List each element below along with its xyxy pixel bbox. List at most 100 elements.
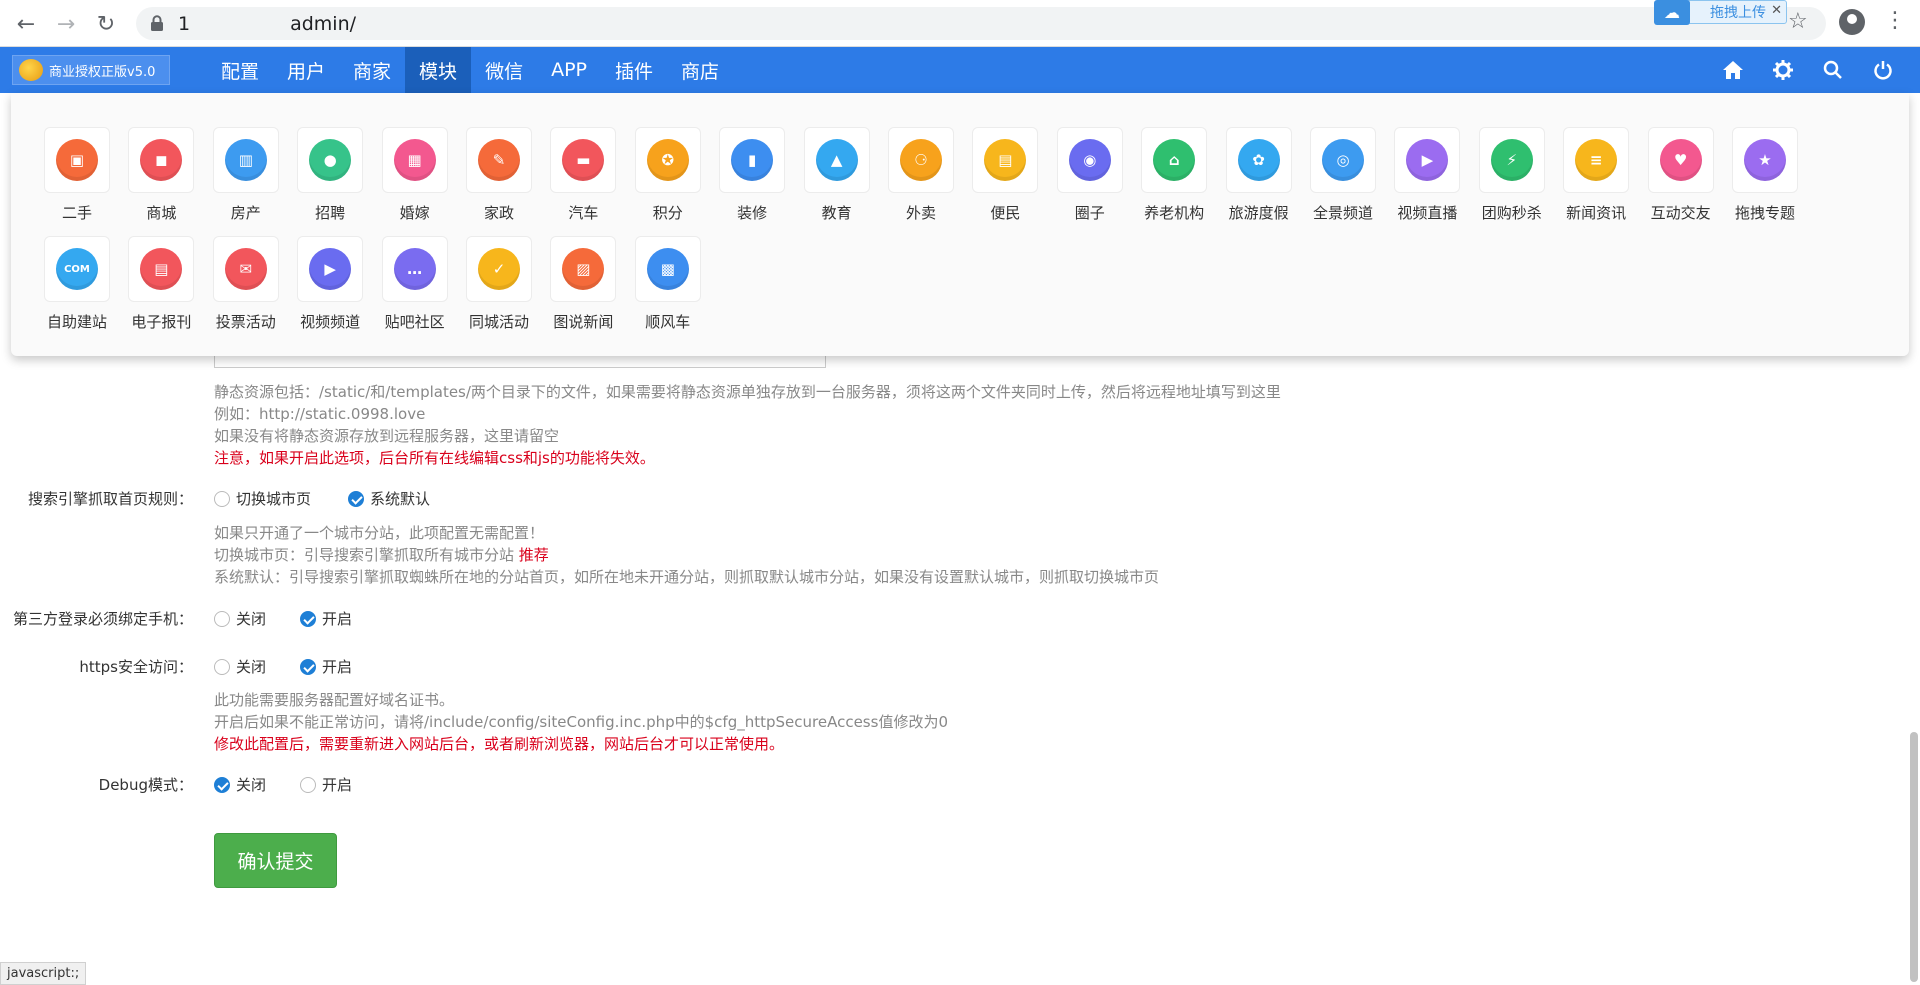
module-tile[interactable]: ▤ xyxy=(128,236,195,302)
module-item[interactable]: ▬ 汽车 xyxy=(539,127,623,231)
radio-checked[interactable] xyxy=(300,658,316,675)
third-login-off[interactable]: 关闭 xyxy=(214,608,266,629)
radio-unchecked[interactable] xyxy=(214,610,230,627)
https-help-2: 开启后如果不能正常访问，请将/include/config/siteConfig… xyxy=(214,713,948,731)
module-tile[interactable]: ◎ xyxy=(1310,127,1376,193)
module-item[interactable]: ◼ 商城 xyxy=(117,127,201,231)
third-login-label: 第三方登录必须绑定手机： xyxy=(12,610,193,628)
module-tile[interactable]: ▲ xyxy=(803,127,870,193)
module-tile[interactable]: ✪ xyxy=(634,127,701,193)
module-item[interactable]: ♥ 互动交友 xyxy=(1637,127,1721,231)
module-item[interactable]: ✉ 投票活动 xyxy=(202,236,286,340)
module-item[interactable]: ▲ 教育 xyxy=(793,127,877,231)
module-tile[interactable]: ▣ xyxy=(44,127,110,193)
module-item[interactable]: ▥ 房产 xyxy=(202,127,286,231)
module-item[interactable]: ▤ 便民 xyxy=(961,127,1045,231)
star-box-icon: ★ xyxy=(1744,139,1786,181)
radio-unchecked[interactable] xyxy=(214,658,230,675)
radio-checked[interactable] xyxy=(214,776,230,793)
module-tile[interactable]: ✿ xyxy=(1225,127,1292,193)
module-item[interactable]: ▶ 视频频道 xyxy=(286,236,370,340)
module-tile[interactable]: COM xyxy=(44,236,110,302)
third-login-on[interactable]: 开启 xyxy=(300,608,352,629)
module-item[interactable]: ≡ 新闻资讯 xyxy=(1552,127,1636,231)
module-item[interactable]: ◎ 全景频道 xyxy=(1299,127,1383,231)
debug-off[interactable]: 关闭 xyxy=(214,774,266,795)
module-tile[interactable]: ⌂ xyxy=(1141,127,1208,193)
module-label: 图说新闻 xyxy=(553,313,614,331)
module-item[interactable]: … 贴吧社区 xyxy=(371,236,455,340)
module-item[interactable]: ⚆ 外卖 xyxy=(877,127,961,231)
module-tile[interactable]: ▦ xyxy=(381,127,448,193)
module-item[interactable]: COM 自助建站 xyxy=(33,236,117,340)
https-off[interactable]: 关闭 xyxy=(214,656,266,677)
module-item[interactable]: ▨ 图说新闻 xyxy=(539,236,623,340)
module-item[interactable]: ⚡ 团购秒杀 xyxy=(1468,127,1552,231)
chat-icon: … xyxy=(393,248,436,290)
module-label: 自助建站 xyxy=(46,313,107,331)
module-item[interactable]: ▦ 婚嫁 xyxy=(371,127,455,231)
module-tile[interactable]: ◼ xyxy=(128,127,195,193)
module-tile[interactable]: ▤ xyxy=(972,127,1039,193)
https-help-1: 此功能需要服务器配置好域名证书。 xyxy=(214,691,455,709)
radio-checked[interactable] xyxy=(348,490,364,507)
module-tile[interactable]: ▥ xyxy=(212,127,279,193)
module-tile[interactable]: ♥ xyxy=(1647,127,1714,193)
module-item[interactable]: ✪ 积分 xyxy=(624,127,708,231)
module-tile[interactable]: ▶ xyxy=(1394,127,1461,193)
module-tile[interactable]: ▶ xyxy=(297,236,364,302)
radio-unchecked[interactable] xyxy=(300,776,316,793)
module-item[interactable]: ▩ 顺风车 xyxy=(624,236,708,340)
building-icon: ▥ xyxy=(224,139,267,181)
debug-on[interactable]: 开启 xyxy=(300,774,352,795)
module-item[interactable]: ▤ 电子报刊 xyxy=(117,236,201,340)
seo-option-default[interactable]: 系统默认 xyxy=(348,488,430,509)
submit-button[interactable]: 确认提交 xyxy=(214,833,337,888)
debug-label: Debug模式： xyxy=(98,776,193,794)
module-tile[interactable]: ◉ xyxy=(1056,127,1123,193)
module-label: 房产 xyxy=(230,204,261,222)
module-label: 装修 xyxy=(737,204,768,222)
seo-help-2: 切换城市页：引导搜索引擎抓取所有城市分站 推荐 xyxy=(214,546,549,564)
cap-icon: ▲ xyxy=(815,139,858,181)
module-tile[interactable]: ▮ xyxy=(719,127,786,193)
module-item[interactable]: ● 招聘 xyxy=(286,127,370,231)
module-item[interactable]: ▣ 二手 xyxy=(33,127,117,231)
module-tile[interactable]: ⚡ xyxy=(1478,127,1545,193)
video-camera-icon: ▶ xyxy=(1406,139,1449,181)
module-tile[interactable]: … xyxy=(381,236,448,302)
module-tile[interactable]: ▨ xyxy=(550,236,617,302)
module-tile[interactable]: ★ xyxy=(1732,127,1798,193)
radio-unchecked[interactable] xyxy=(214,490,230,507)
module-tile[interactable]: ✉ xyxy=(212,236,279,302)
module-tile[interactable]: ✎ xyxy=(466,127,532,193)
hotel-icon: ▦ xyxy=(393,139,436,181)
module-item[interactable]: ✿ 旅游度假 xyxy=(1215,127,1299,231)
seo-option-switch-city[interactable]: 切换城市页 xyxy=(214,488,311,509)
module-tile[interactable]: ● xyxy=(297,127,364,193)
module-item[interactable]: ▮ 装修 xyxy=(708,127,792,231)
module-tile[interactable]: ≡ xyxy=(1563,127,1630,193)
https-label: https安全访问： xyxy=(79,658,193,676)
static-help-note: 如果没有将静态资源存放到远程服务器，这里请留空 xyxy=(214,427,560,445)
static-help-example: 例如：http://static.0998.love xyxy=(214,405,426,423)
module-label: 汽车 xyxy=(568,204,599,222)
module-tile[interactable]: ✓ xyxy=(466,236,532,302)
scrollbar-thumb[interactable] xyxy=(1910,732,1918,982)
module-tile[interactable]: ▩ xyxy=(634,236,701,302)
scooter-icon: ⚆ xyxy=(900,139,942,181)
module-item[interactable]: ★ 拖拽专题 xyxy=(1721,127,1805,231)
module-item[interactable]: ◉ 圈子 xyxy=(1046,127,1130,231)
module-tile[interactable]: ▬ xyxy=(550,127,617,193)
module-label: 电子报刊 xyxy=(131,313,192,331)
module-item[interactable]: ▶ 视频直播 xyxy=(1383,127,1467,231)
module-tile[interactable]: ⚆ xyxy=(888,127,954,193)
https-on[interactable]: 开启 xyxy=(300,656,352,677)
static-warning: 注意，如果开启此选项，后台所有在线编辑css和js的功能将失效。 xyxy=(214,449,655,467)
module-item[interactable]: ✓ 同城活动 xyxy=(455,236,539,340)
scroll-icon: ▤ xyxy=(984,139,1027,181)
module-item[interactable]: ⌂ 养老机构 xyxy=(1130,127,1214,231)
module-label: 新闻资讯 xyxy=(1566,204,1627,222)
radio-checked[interactable] xyxy=(300,610,316,627)
module-item[interactable]: ✎ 家政 xyxy=(455,127,539,231)
